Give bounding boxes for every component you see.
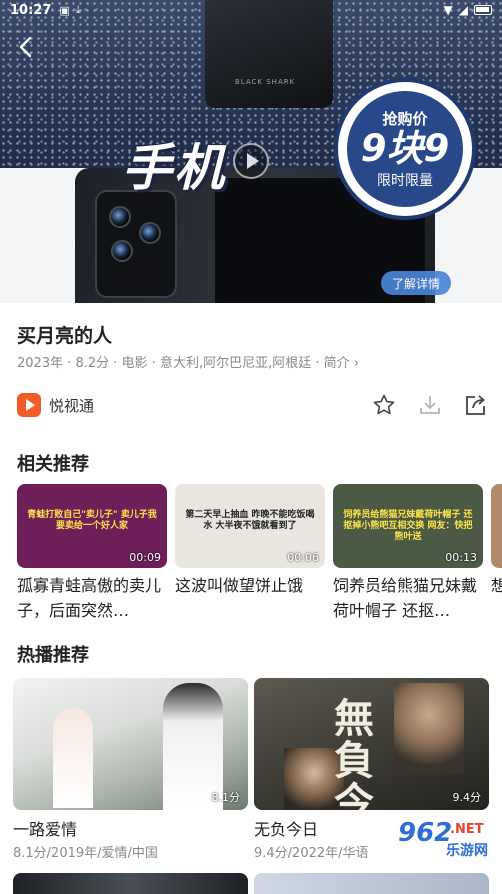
download-icon (420, 396, 440, 414)
share-icon (466, 395, 485, 415)
hot-item-score: 8.1分 (211, 791, 241, 804)
related-item-caption: 青蛙打败自己"卖儿子" 卖儿子我要卖给一个好人家 (27, 510, 157, 531)
camera-lens (111, 240, 133, 262)
signal-icon: ◢ (458, 3, 468, 17)
related-item-thumbnail: 饲养员给熊猫兄妹戴荷叶帽子 还抠掉小熊吧互相交换 网友：快把熊叶送 00:13 (333, 484, 483, 568)
battery-icon (474, 5, 492, 15)
related-item[interactable]: 青蛙打败自己"卖儿子" 卖儿子我要卖给一个好人家 00:09 孤寡青蛙高傲的卖儿子，… (17, 484, 167, 624)
price-seal: 抢购价 9块9 限时限量 (334, 78, 476, 220)
play-button[interactable] (233, 143, 269, 179)
related-item[interactable]: 第二天早上抽血 昨晚不能吃饭喝水 大半夜不饿就看到了 00:06 这波叫做望饼止饿 (175, 484, 325, 624)
source-name[interactable]: 悦视通 (49, 395, 94, 416)
related-item-duration: 00:09 (129, 551, 161, 564)
camera-lens (109, 206, 131, 228)
related-item-title: 想… (491, 576, 502, 595)
back-button[interactable] (10, 32, 40, 62)
share-button[interactable] (463, 392, 489, 418)
status-right: ▼ ◢ (444, 3, 492, 17)
wifi-icon: ▼ (443, 3, 453, 17)
related-item-duration: 00:13 (445, 551, 477, 564)
back-arrow-icon (19, 36, 32, 58)
notification-a-icon: ▣ (59, 3, 70, 17)
seal-line-1: 抢购价 (382, 110, 428, 129)
status-bar: 10:27 ▣ ⤓ ▼ ◢ (0, 0, 502, 20)
hot-section-title: 热播推荐 (17, 645, 89, 666)
phone-brand-text: BLACK SHARK (235, 78, 296, 86)
related-item-thumbnail: 第二天早上抽血 昨晚不能吃饭喝水 大半夜不饿就看到了 00:06 (175, 484, 325, 568)
action-bar (371, 392, 489, 418)
source-row: 悦视通 (17, 392, 489, 418)
related-item-caption: 饲养员给熊猫兄妹戴荷叶帽子 还抠掉小熊吧互相交换 网友：快把熊叶送 (343, 510, 473, 542)
hero-camera-module (95, 190, 177, 298)
hot-item-poster: 8.1分 (13, 678, 248, 810)
hot-item-score: 9.4分 (452, 791, 482, 804)
next-poster-peek (254, 873, 489, 894)
download-status-icon: ⤓ (75, 3, 81, 16)
seal-line-3: 限时限量 (377, 172, 433, 189)
poster-figure (394, 683, 464, 773)
source-logo-icon (17, 393, 41, 417)
related-section-title: 相关推荐 (17, 454, 89, 475)
related-list[interactable]: 青蛙打败自己"卖儿子" 卖儿子我要卖给一个好人家 00:09 孤寡青蛙高傲的卖儿子，… (17, 484, 502, 629)
hot-item[interactable]: 無負今 9.4分 无负今日 9.4分/2022年/华语 (254, 678, 489, 861)
related-item-title: 这波叫做望饼止饿 (175, 576, 304, 595)
related-item-title: 饲养员给熊猫兄妹戴荷叶帽子 还抠… (333, 576, 478, 620)
bride-figure (53, 708, 93, 808)
hot-item-sub: 8.1分/2019年/爱情/中国 (13, 846, 158, 861)
learn-more-button[interactable]: 了解详情 (381, 271, 451, 295)
star-icon (373, 394, 395, 415)
related-item[interactable]: 饲养员给熊猫兄妹戴荷叶帽子 还抠掉小熊吧互相交换 网友：快把熊叶送 00:13 饲养… (333, 484, 483, 624)
hot-item-sub: 9.4分/2022年/华语 (254, 846, 369, 861)
related-item-thumbnail: 青蛙打败自己"卖儿子" 卖儿子我要卖给一个好人家 00:09 (17, 484, 167, 568)
video-title: 买月亮的人 (17, 325, 113, 347)
favorite-button[interactable] (371, 392, 397, 418)
related-item-title: 孤寡青蛙高傲的卖儿子，后面突然… (17, 576, 162, 620)
next-poster-peek (13, 873, 248, 894)
hot-item-title: 一路爱情 (13, 820, 78, 839)
related-item[interactable]: 想… (491, 484, 502, 624)
hot-item-title: 无负今日 (254, 820, 319, 839)
download-button[interactable] (417, 392, 443, 418)
hero-headline: 手机 (122, 139, 226, 197)
video-meta[interactable]: 2023年 · 8.2分 · 电影 · 意大利,阿尔巴尼亚,阿根廷 · 简介 › (17, 352, 359, 371)
hero-banner[interactable]: BLACK SHARK 手机 抢购价 9块9 限时限量 了解详情 (0, 0, 502, 303)
status-time: 10:27 (10, 2, 52, 18)
poster-title-text: 無負今 (334, 695, 374, 811)
seal-price: 9块9 (360, 127, 450, 171)
related-item-caption: 第二天早上抽血 昨晚不能吃饭喝水 大半夜不饿就看到了 (185, 510, 315, 531)
related-item-duration: 00:06 (287, 551, 319, 564)
related-item-thumbnail (491, 484, 502, 568)
hot-item-poster: 無負今 9.4分 (254, 678, 489, 810)
camera-lens (139, 222, 161, 244)
hot-item[interactable]: 8.1分 一路爱情 8.1分/2019年/爱情/中国 (13, 678, 248, 861)
price-seal-inner: 抢购价 9块9 限时限量 (344, 88, 466, 210)
